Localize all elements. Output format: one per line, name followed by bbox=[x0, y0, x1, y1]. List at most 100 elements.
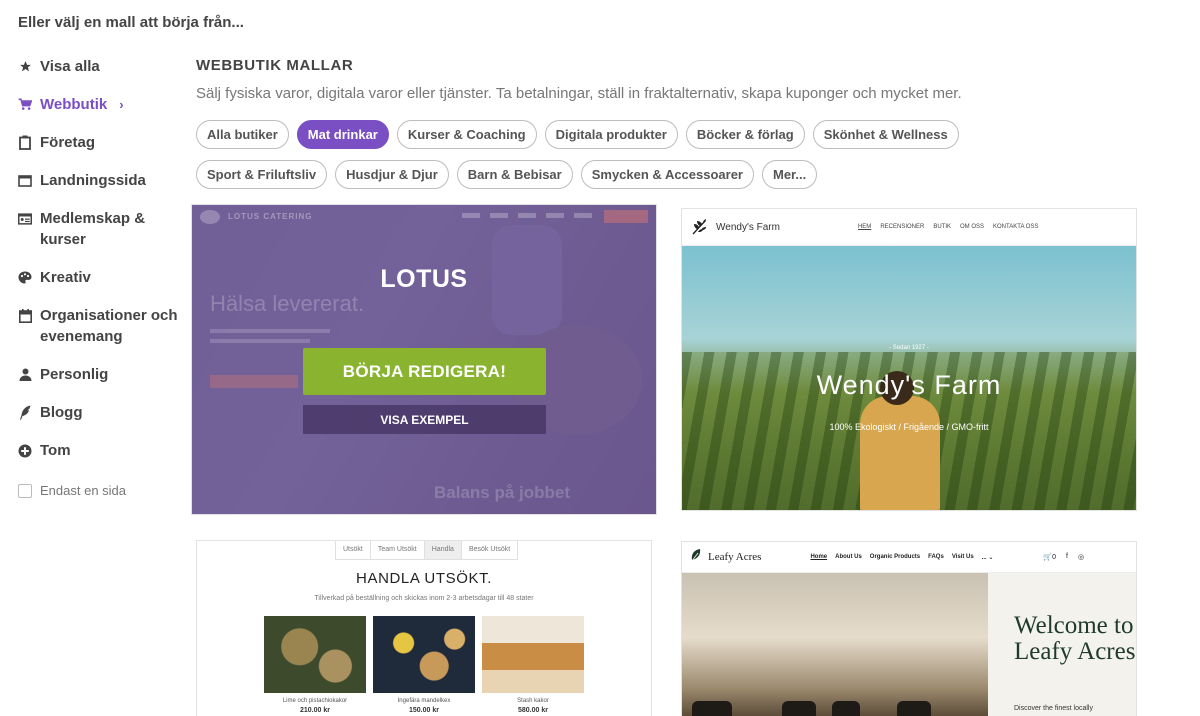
sidebar-item-label: Personlig bbox=[40, 366, 109, 383]
preview-since: - Sedan 1927 - bbox=[889, 345, 929, 351]
preview-subtitle: Tillverkad på beställning och skickas in… bbox=[314, 595, 534, 602]
chevron-right-icon: › bbox=[119, 97, 124, 112]
preview-nav-links bbox=[462, 213, 592, 218]
cart-icon: 🛒0 bbox=[1043, 554, 1057, 561]
only-one-page-label: Endast en sida bbox=[40, 483, 127, 498]
preview-nav-links: HEM RECENSIONER BUTIK OM OSS KONTAKTA OS… bbox=[858, 224, 1039, 230]
person-icon bbox=[18, 364, 32, 385]
preview-nav-link: HEM bbox=[857, 224, 872, 230]
preview-nav-link: BUTIK bbox=[933, 224, 951, 230]
filter-chip-sport-friluftsliv[interactable]: Sport & Friluftsliv bbox=[196, 160, 328, 189]
cart-count: 0 bbox=[1052, 554, 1057, 561]
only-one-page-toggle[interactable]: Endast en sida bbox=[18, 483, 183, 498]
preview-nav-link: About Us bbox=[835, 553, 862, 560]
preview-nav: Wendy's Farm HEM RECENSIONER BUTIK OM OS… bbox=[682, 209, 1136, 246]
preview-nav: Leafy Acres Home About Us Organic Produc… bbox=[682, 542, 1136, 573]
preview-cta bbox=[604, 210, 648, 223]
sidebar-item-medlemskap[interactable]: Medlemskap & kurser bbox=[18, 208, 183, 250]
filter-chip-alla-butiker[interactable]: Alla butiker bbox=[196, 120, 289, 149]
filter-chip-bocker-forlag[interactable]: Böcker & förlag bbox=[685, 120, 805, 149]
product-name: Stash kakor bbox=[517, 698, 549, 704]
facebook-icon: f bbox=[1066, 553, 1068, 560]
preview-nav-link: ... ⌄ bbox=[981, 554, 994, 561]
only-one-page-checkbox[interactable] bbox=[18, 483, 32, 498]
lotus-logo-icon bbox=[200, 210, 220, 224]
preview-product: Stash kakor 580.00 kr bbox=[482, 616, 584, 714]
preview-nav-tab: Utsökt bbox=[335, 541, 370, 560]
sidebar-item-label: Visa alla bbox=[40, 58, 100, 75]
quill-icon bbox=[18, 402, 32, 423]
sidebar-item-webbutik[interactable]: Webbutik › bbox=[18, 94, 183, 115]
sidebar-item-blogg[interactable]: Blogg bbox=[18, 402, 183, 423]
section-subtitle: Sälj fysiska varor, digitala varor eller… bbox=[196, 85, 962, 102]
leaf-logo-icon bbox=[690, 548, 702, 567]
sidebar-item-label: Medlemskap & kurser bbox=[40, 210, 146, 248]
filter-chip-skonhet-wellness[interactable]: Skönhet & Wellness bbox=[812, 120, 959, 149]
view-demo-button[interactable]: VISA EXEMPEL bbox=[303, 405, 546, 434]
sidebar-item-label: Tom bbox=[40, 442, 71, 459]
sidebar-item-foretag[interactable]: Företag bbox=[18, 132, 183, 153]
preview-nav-icons: 🛒0 f ◎ bbox=[1043, 553, 1084, 561]
product-name: Ingefära mandelkex bbox=[397, 698, 451, 704]
cart-icon bbox=[18, 94, 32, 115]
sidebar-item-label: Blogg bbox=[40, 404, 83, 421]
product-price: 150.00 kr bbox=[409, 707, 439, 714]
filter-chip-smycken-accessoarer[interactable]: Smycken & Accessoarer bbox=[580, 160, 754, 189]
sidebar-item-tom[interactable]: Tom bbox=[18, 440, 183, 461]
leaf-logo-icon bbox=[690, 217, 710, 237]
preview-text-line bbox=[210, 329, 330, 333]
preview-hero-panel: Welcome to Leafy Acres Discover the fine… bbox=[988, 573, 1136, 716]
sidebar-item-kreativ[interactable]: Kreativ bbox=[18, 267, 183, 288]
filter-chips: Alla butiker Mat drinkar Kurser & Coachi… bbox=[196, 120, 1096, 189]
preview-footer-heading: Balans på jobbet bbox=[434, 483, 571, 502]
preview-subtitle: Discover the finest locally bbox=[1014, 705, 1093, 712]
template-card-wendys-farm[interactable]: Wendy's Farm HEM RECENSIONER BUTIK OM OS… bbox=[681, 208, 1137, 511]
preview-product: Lime och pistachiokakor 210.00 kr bbox=[264, 616, 366, 714]
template-card-handla-utsokt[interactable]: Utsökt Team Utsökt Handla Besök Utsökt H… bbox=[196, 540, 652, 716]
sidebar-item-label: Kreativ bbox=[40, 269, 91, 286]
filter-chip-husdjur-djur[interactable]: Husdjur & Djur bbox=[335, 160, 449, 189]
filter-chip-digitala-produkter[interactable]: Digitala produkter bbox=[544, 120, 678, 149]
window-icon bbox=[18, 170, 32, 191]
sidebar-item-personlig[interactable]: Personlig bbox=[18, 364, 183, 385]
filter-chip-barn-bebisar[interactable]: Barn & Bebisar bbox=[456, 160, 573, 189]
preview-button bbox=[210, 375, 298, 388]
preview-brand: LOTUS CATERING bbox=[228, 212, 313, 221]
preview-nav-links: Home About Us Organic Products FAQs Visi… bbox=[810, 554, 993, 561]
filter-chip-kurser-coaching[interactable]: Kurser & Coaching bbox=[396, 120, 537, 149]
preview-product-grid: Lime och pistachiokakor 210.00 kr Ingefä… bbox=[264, 616, 584, 714]
section-title: WEBBUTIK MALLAR bbox=[196, 57, 354, 74]
preview-decoration bbox=[832, 701, 860, 716]
start-editing-button[interactable]: BÖRJA REDIGERA! bbox=[303, 348, 546, 395]
template-preview-image: - Sedan 1927 - Wendy's Farm 100% Ekologi… bbox=[682, 246, 1136, 510]
preview-nav-tab: Besök Utsökt bbox=[460, 541, 519, 560]
template-card-lotus[interactable]: LOTUS CATERING Hälsa levererat. Balans p… bbox=[191, 204, 657, 515]
sidebar-item-visa-alla[interactable]: Visa alla bbox=[18, 56, 183, 77]
preview-tagline: 100% Ekologiskt / Frigående / GMO-fritt bbox=[829, 422, 989, 432]
preview-brand: Leafy Acres bbox=[708, 551, 762, 563]
product-image bbox=[264, 616, 366, 693]
preview-nav-link: RECENSIONER bbox=[880, 224, 925, 230]
product-image bbox=[373, 616, 475, 693]
sidebar-item-label: Företag bbox=[40, 134, 96, 151]
page-heading: Eller välj en mall att börja från... bbox=[18, 14, 244, 31]
clipboard-icon bbox=[18, 132, 32, 153]
calendar-icon bbox=[18, 305, 32, 326]
preview-decoration bbox=[860, 396, 940, 510]
palette-icon bbox=[18, 267, 32, 288]
preview-nav-tab: Team Utsökt bbox=[369, 541, 424, 560]
preview-nav-link: Visit Us bbox=[951, 553, 974, 560]
sidebar-item-organisationer[interactable]: Organisationer och evenemang bbox=[18, 305, 183, 347]
preview-nav-link: KONTAKTA OSS bbox=[993, 224, 1039, 230]
template-card-leafy-acres[interactable]: Leafy Acres Home About Us Organic Produc… bbox=[681, 541, 1137, 716]
sidebar-item-label: Landningssida bbox=[40, 172, 146, 189]
preview-title: Welcome to Leafy Acres bbox=[1014, 612, 1136, 665]
star-icon bbox=[18, 56, 32, 77]
filter-chip-mat-drinkar[interactable]: Mat drinkar bbox=[296, 120, 389, 149]
product-image bbox=[482, 616, 584, 693]
preview-title: HANDLA UTSÖKT. bbox=[356, 570, 492, 587]
sidebar-item-landningssida[interactable]: Landningssida bbox=[18, 170, 183, 191]
plus-circle-icon bbox=[18, 440, 32, 461]
id-card-icon bbox=[18, 208, 32, 229]
filter-chip-mer[interactable]: Mer... bbox=[762, 160, 818, 189]
